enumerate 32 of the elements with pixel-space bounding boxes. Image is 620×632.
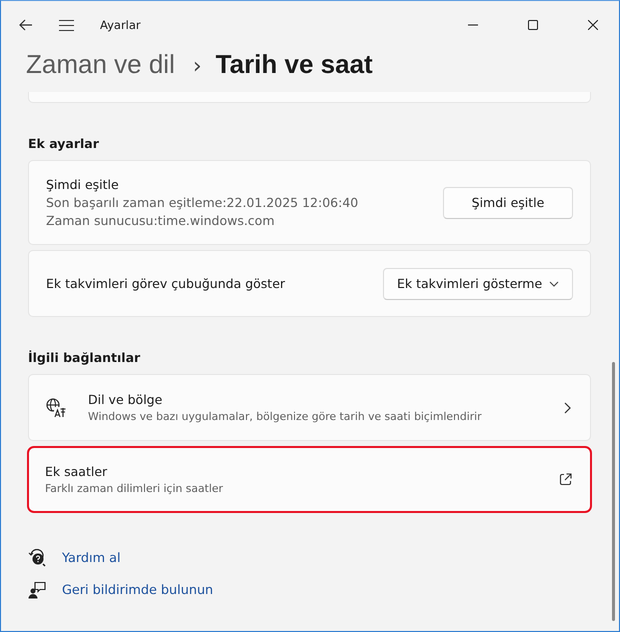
scrollbar[interactable]: [612, 362, 615, 621]
page-title: Tarih ve saat: [216, 49, 373, 80]
card-title: Dil ve bölge: [88, 392, 164, 407]
breadcrumb-parent[interactable]: Zaman ve dil: [26, 49, 175, 80]
close-icon[interactable]: [588, 20, 598, 30]
back-icon[interactable]: [19, 19, 33, 31]
window-title: Ayarlar: [100, 18, 141, 32]
card-description: Son başarılı zaman eşitleme:22.01.2025 12:06:40: [46, 195, 360, 210]
section-title: Ek ayarlar: [28, 136, 100, 151]
breadcrumb-separator: ›: [192, 54, 202, 79]
card-description: Zaman sunucusu:time.windows.com: [46, 213, 276, 228]
card-title: Ek takvimleri görev çubuğunda göster: [46, 276, 286, 291]
card-description: Farklı zaman dilimleri için saatler: [45, 482, 224, 495]
menu-icon[interactable]: [59, 20, 74, 30]
chevron-down-icon: [549, 280, 559, 286]
help-link[interactable]: Geri bildirimde bulunun: [62, 582, 214, 598]
language-icon: [46, 398, 66, 418]
chevron-right-icon: [564, 402, 571, 414]
feedback-icon: [28, 581, 46, 599]
calendar-dropdown[interactable]: Ek takvimleri gösterme: [383, 268, 573, 300]
sync-now-button[interactable]: Şimdi eşitle: [443, 186, 573, 218]
section-title: İlgili bağlantılar: [28, 350, 142, 365]
maximize-icon[interactable]: [528, 20, 538, 30]
external-link-icon: [559, 473, 572, 486]
minimize-icon[interactable]: [468, 24, 478, 26]
help-link[interactable]: Yardım al: [62, 550, 121, 566]
settings-card[interactable]: Dil ve bölge Windows ve bazı uygulamalar, bölgenize göre tarih ve saati biçimlendirir: [28, 374, 591, 441]
card-title: Ek saatler: [45, 464, 108, 479]
settings-card[interactable]: Ek saatler Farklı zaman dilimleri için saatler: [27, 446, 592, 513]
card-description: Windows ve bazı uygulamalar, bölgenize göre tarih ve saati biçimlendirir: [88, 410, 483, 423]
card-title: Şimdi eşitle: [46, 177, 120, 192]
help-icon: [28, 549, 46, 567]
